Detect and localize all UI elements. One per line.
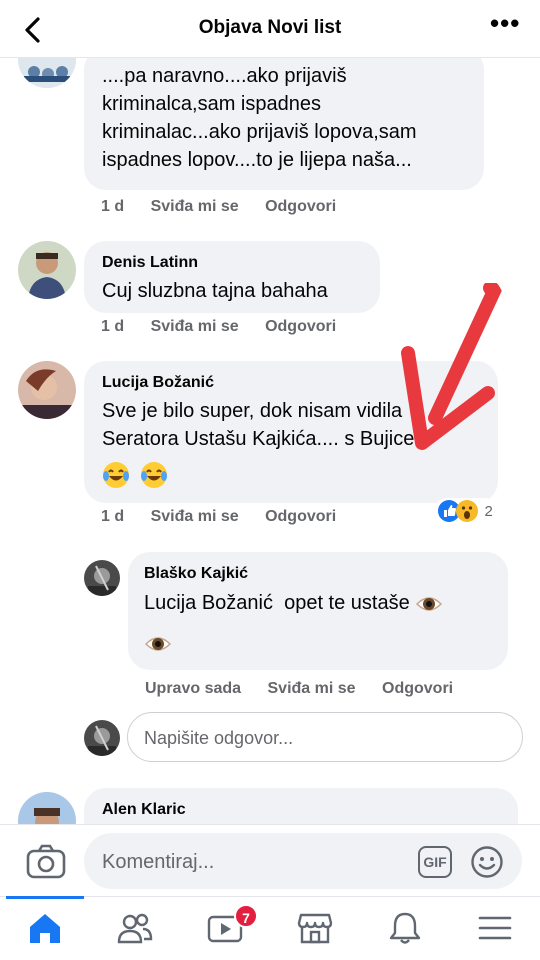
comment-author[interactable]: Lucija Božanić	[102, 374, 214, 392]
comment-actions: 1 d Sviđa mi se Odgovori	[101, 508, 336, 526]
avatar[interactable]	[18, 241, 76, 299]
tab-marketplace[interactable]	[270, 897, 360, 960]
friends-icon	[117, 913, 153, 944]
more-options-icon[interactable]: •••	[490, 10, 520, 42]
comment-actions: 1 d Sviđa mi se Odgovori	[101, 318, 336, 336]
tab-home[interactable]	[0, 896, 90, 960]
like-button[interactable]: Sviđa mi se	[151, 318, 239, 336]
bell-icon	[389, 912, 421, 944]
wow-reaction-icon	[456, 500, 478, 522]
reply-input-box[interactable]	[127, 712, 523, 762]
tab-menu[interactable]	[450, 897, 540, 960]
tab-watch[interactable]: 7	[180, 897, 270, 960]
home-icon	[30, 914, 60, 943]
reply-button[interactable]: Odgovori	[265, 508, 336, 526]
comment-author[interactable]: Denis Latinn	[102, 254, 198, 272]
comment-composer: GIF	[0, 824, 540, 896]
reply-button[interactable]: Odgovori	[265, 198, 336, 216]
like-button[interactable]: Sviđa mi se	[151, 198, 239, 216]
laughing-tears-emoji-icon	[141, 462, 168, 488]
emoji-row	[102, 461, 168, 489]
top-bar: Objava Novi list •••	[0, 0, 540, 58]
avatar	[84, 720, 120, 756]
eye-emoji-icon	[144, 637, 172, 651]
menu-icon	[478, 916, 512, 940]
comment-text-line: Sve je bilo super, dok nisam vidila	[102, 400, 403, 422]
avatar[interactable]	[84, 560, 120, 596]
comment-text-line: ispadnes lopov....to je lijepa naša...	[102, 149, 412, 171]
comment-bubble[interactable]: Denis Latinn Cuj sluzbna tajna bahaha	[84, 241, 380, 313]
emoji-picker-icon[interactable]	[470, 845, 504, 879]
camera-icon[interactable]	[26, 843, 66, 879]
reply-author[interactable]: Blaško Kajkić	[144, 565, 248, 583]
marketplace-icon	[297, 913, 333, 944]
comment-bubble[interactable]: Alen Klaric	[84, 788, 518, 824]
reply-button[interactable]: Odgovori	[382, 680, 453, 698]
gif-button[interactable]: GIF	[418, 846, 452, 878]
reply-text-line	[144, 630, 172, 658]
notification-badge: 7	[234, 904, 258, 928]
reaction-count: 2	[484, 502, 493, 520]
comments-feed[interactable]: ....pa naravno....ako prijaviš kriminalc…	[0, 58, 540, 824]
comment-time: 1 d	[101, 198, 125, 215]
comment-bubble[interactable]: ....pa naravno....ako prijaviš kriminalc…	[84, 58, 484, 190]
reply-bubble[interactable]: Blaško Kajkić Lucija Božanić opet te ust…	[128, 552, 508, 670]
eye-emoji-icon	[416, 596, 443, 611]
reply-time: Upravo sada	[145, 680, 242, 697]
reply-button[interactable]: Odgovori	[265, 318, 336, 336]
reply-actions: Upravo sada Sviđa mi se Odgovori	[145, 680, 453, 698]
comment-actions: 1 d Sviđa mi se Odgovori	[101, 198, 336, 216]
comment-text-line: kriminalca,sam ispadnes	[102, 93, 321, 115]
reaction-summary[interactable]: 2	[434, 498, 497, 524]
comment-text-line: Cuj sluzbna tajna bahaha	[102, 280, 328, 302]
reply-input[interactable]	[144, 725, 504, 751]
tab-notifications[interactable]	[360, 897, 450, 960]
comment-text-line: Seratora Ustašu Kajkića.... s Bujice...	[102, 428, 432, 450]
bottom-tab-bar: 7	[0, 896, 540, 960]
comment-field[interactable]: GIF	[84, 833, 522, 889]
reply-text-line: Lucija Božanić opet te ustaše	[144, 589, 443, 618]
comment-bubble[interactable]: Lucija Božanić Sve je bilo super, dok ni…	[84, 361, 498, 503]
reply-text: Lucija Božanić opet te ustaše	[144, 592, 410, 614]
like-button[interactable]: Sviđa mi se	[151, 508, 239, 526]
comment-text-line: kriminalac...ako prijaviš lopova,sam	[102, 121, 417, 143]
avatar[interactable]	[18, 361, 76, 419]
comment-input[interactable]	[102, 848, 402, 876]
comment-author[interactable]: Alen Klaric	[102, 801, 186, 819]
avatar[interactable]	[18, 58, 76, 88]
comment-time: 1 d	[101, 318, 125, 335]
avatar[interactable]	[18, 792, 76, 824]
like-button[interactable]: Sviđa mi se	[268, 680, 356, 698]
comment-time: 1 d	[101, 508, 125, 525]
laughing-tears-emoji-icon	[103, 462, 129, 488]
page-title: Objava Novi list	[198, 17, 342, 38]
tab-friends[interactable]	[90, 897, 180, 960]
comment-text-line: ....pa naravno....ako prijaviš	[102, 65, 347, 87]
